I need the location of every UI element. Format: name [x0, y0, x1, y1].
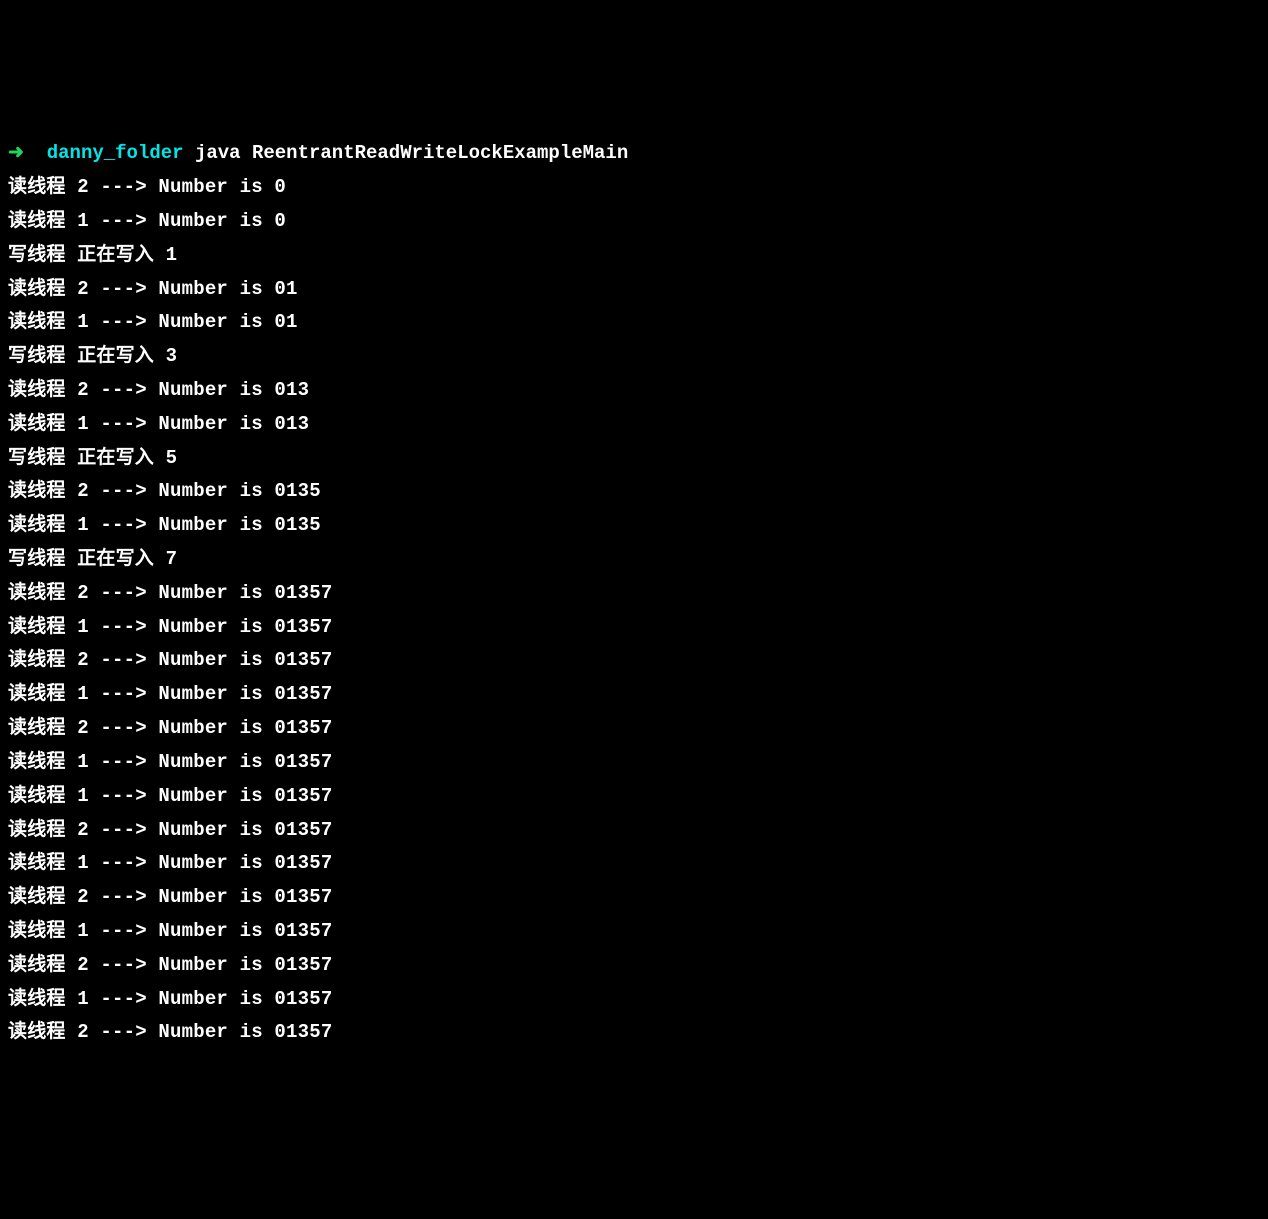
output-line: 读线程 1 ---> Number is 01357: [8, 915, 1260, 949]
output-line: 读线程 2 ---> Number is 01357: [8, 881, 1260, 915]
output-line: 读线程 1 ---> Number is 0: [8, 205, 1260, 239]
output-line: 写线程 正在写入 3: [8, 340, 1260, 374]
output-line: 读线程 1 ---> Number is 01: [8, 306, 1260, 340]
output-line: 读线程 2 ---> Number is 0: [8, 171, 1260, 205]
output-line: 读线程 1 ---> Number is 01357: [8, 983, 1260, 1017]
output-line: 读线程 1 ---> Number is 01357: [8, 780, 1260, 814]
output-line: 读线程 2 ---> Number is 01357: [8, 644, 1260, 678]
prompt-line: ➜ danny_folder java ReentrantReadWriteLo…: [8, 137, 1260, 171]
output-line: 读线程 2 ---> Number is 01357: [8, 712, 1260, 746]
output-line: 读线程 2 ---> Number is 01357: [8, 577, 1260, 611]
output-line: 读线程 2 ---> Number is 0135: [8, 475, 1260, 509]
prompt-folder: danny_folder: [47, 142, 184, 164]
output-line: 读线程 1 ---> Number is 01357: [8, 746, 1260, 780]
output-line: 读线程 1 ---> Number is 013: [8, 408, 1260, 442]
output-line: 写线程 正在写入 7: [8, 543, 1260, 577]
output-line: 写线程 正在写入 1: [8, 239, 1260, 273]
output-line: 读线程 1 ---> Number is 01357: [8, 847, 1260, 881]
output-line: 读线程 2 ---> Number is 01: [8, 273, 1260, 307]
prompt-arrow: ➜: [8, 142, 24, 164]
output-line: 读线程 2 ---> Number is 01357: [8, 814, 1260, 848]
output-line: 读线程 2 ---> Number is 01357: [8, 1016, 1260, 1050]
output-line: 读线程 1 ---> Number is 01357: [8, 611, 1260, 645]
output-line: 写线程 正在写入 5: [8, 442, 1260, 476]
command-text: java ReentrantReadWriteLockExampleMain: [195, 142, 628, 164]
terminal-window[interactable]: ➜ danny_folder java ReentrantReadWriteLo…: [0, 135, 1268, 1050]
output-line: 读线程 1 ---> Number is 0135: [8, 509, 1260, 543]
output-line: 读线程 2 ---> Number is 01357: [8, 949, 1260, 983]
output-line: 读线程 1 ---> Number is 01357: [8, 678, 1260, 712]
output-line: 读线程 2 ---> Number is 013: [8, 374, 1260, 408]
